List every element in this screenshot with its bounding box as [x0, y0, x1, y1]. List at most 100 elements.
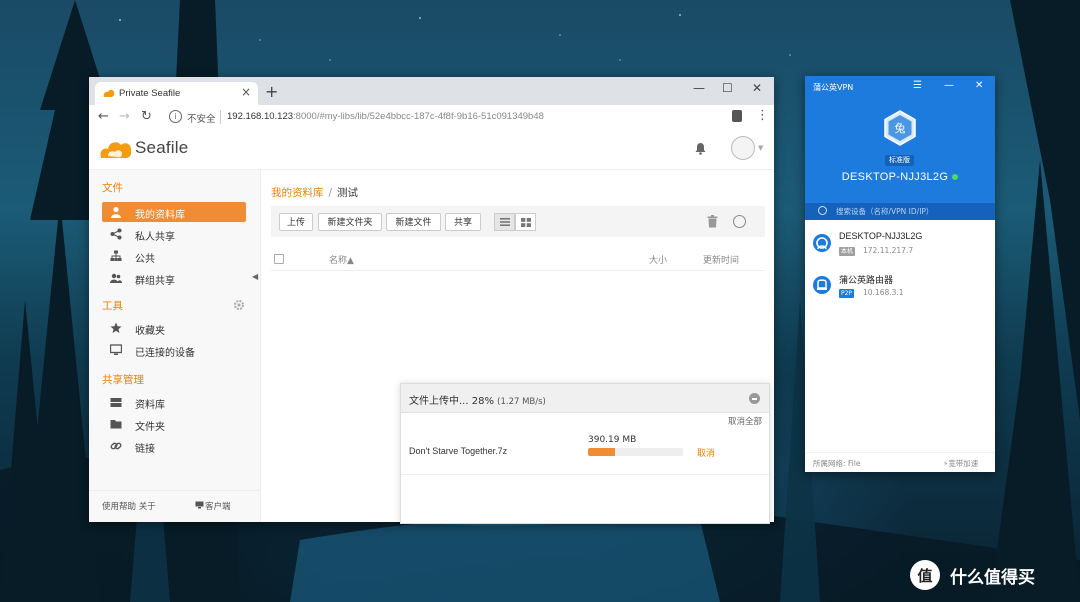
breadcrumb: 我的资料库 / 测试 — [271, 185, 358, 200]
column-header-size[interactable]: 大小 — [649, 253, 667, 266]
link-icon — [110, 442, 122, 450]
minimize-panel-icon[interactable] — [749, 393, 760, 404]
url-path: :8000/#my-libs/lib/52e4bbcc-187c-4f8f-9b… — [293, 111, 544, 122]
upload-button[interactable]: 上传 — [279, 213, 313, 231]
new-file-button[interactable]: 新建文件 — [386, 213, 441, 231]
network-label: 所属网络: File — [813, 459, 861, 468]
vpn-minimize-button[interactable]: — — [944, 80, 954, 91]
chevron-down-icon[interactable]: ▼ — [758, 144, 763, 152]
new-folder-button[interactable]: 新建文件夹 — [318, 213, 382, 231]
minimize-button[interactable]: — — [693, 81, 705, 95]
bandwidth-boost-button[interactable]: ⚡宽带加速 — [943, 458, 978, 469]
vpn-peer-item[interactable]: DESKTOP-NJJ3L2G 本机 172.11.217.7 — [805, 224, 995, 264]
url-text[interactable]: 192.168.10.123:8000/#my-libs/lib/52e4bbc… — [227, 111, 544, 122]
new-tab-button[interactable]: + — [265, 82, 278, 101]
sidebar-item-favorites[interactable]: 收藏夹 — [102, 318, 246, 338]
cancel-upload-button[interactable]: 取消 — [697, 446, 715, 459]
upload-progress-fill — [588, 448, 615, 456]
watermark-icon-char: 值 — [917, 567, 932, 585]
org-chart-icon — [110, 250, 122, 261]
share-button[interactable]: 共享 — [445, 213, 481, 231]
user-icon — [111, 206, 121, 218]
sidebar: 文件 我的资料库 私人共享 公共 群组共享 ◀ 工具 收藏夹 已连接的设备 共享… — [89, 170, 261, 522]
sidebar-item-label: 文件夹 — [135, 422, 165, 433]
share-icon — [110, 228, 122, 240]
vpn-search-placeholder: 搜索设备（名称/VPN ID/IP） — [836, 207, 934, 216]
peer-name: DESKTOP-NJJ3L2G — [839, 231, 923, 241]
vpn-window: 蒲公英VPN ☰ — ✕ 兔 标准版 DESKTOP-NJJ3L2G 搜索设备（… — [805, 76, 995, 472]
sidebar-heading-share-admin: 共享管理 — [102, 374, 144, 386]
sidebar-footer: 使用帮助 关于 客户端 — [89, 490, 260, 523]
insecure-label: 不安全 — [187, 114, 216, 125]
vpn-footer: 所属网络: File ⚡宽带加速 — [805, 452, 995, 473]
upload-panel-header: 文件上传中... 28% (1.27 MB/s) — [401, 384, 769, 413]
trash-icon[interactable] — [707, 215, 718, 228]
tab-strip: Private Seafile × + — ☐ ✕ — [89, 77, 774, 105]
upload-file-name: Don't Starve Together.7z — [409, 446, 508, 456]
sidebar-item-devices[interactable]: 已连接的设备 — [102, 340, 246, 360]
gear-icon[interactable] — [234, 300, 244, 310]
client-link[interactable]: 客户端 — [205, 500, 231, 512]
online-status-dot — [952, 174, 959, 181]
sidebar-item-private-share[interactable]: 私人共享 — [102, 224, 246, 244]
sidebar-heading-files: 文件 — [102, 182, 123, 194]
sidebar-item-public[interactable]: 公共 — [102, 246, 246, 266]
sidebar-item-label: 收藏夹 — [135, 326, 165, 337]
bell-icon[interactable] — [695, 142, 706, 155]
caret-left-icon[interactable]: ◀ — [252, 272, 258, 281]
browser-tab[interactable]: Private Seafile × — [95, 82, 258, 105]
sidebar-heading-tools: 工具 — [102, 300, 123, 312]
close-window-button[interactable]: ✕ — [752, 81, 762, 95]
list-view-button[interactable] — [494, 213, 515, 231]
peer-ip: 10.168.3.1 — [863, 288, 904, 297]
select-all-checkbox[interactable] — [274, 254, 284, 264]
forward-icon[interactable]: → — [119, 109, 130, 124]
file-table-header: 名称▲ 大小 更新时间 — [271, 249, 765, 271]
vpn-search-bar[interactable]: 搜索设备（名称/VPN ID/IP） — [805, 203, 995, 220]
vpn-menu-icon[interactable]: ☰ — [913, 80, 922, 91]
address-bar[interactable]: i 不安全 192.168.10.123:8000/#my-libs/lib/5… — [165, 108, 725, 126]
sidebar-item-label: 链接 — [135, 444, 155, 455]
folder-icon — [110, 420, 122, 429]
peer-tag: P2P — [839, 289, 855, 298]
sidebar-item-share-links[interactable]: 链接 — [102, 436, 246, 456]
back-icon[interactable]: ← — [98, 109, 109, 124]
watermark: 值 什么值得买 — [910, 560, 1060, 590]
column-header-modified[interactable]: 更新时间 — [703, 253, 739, 266]
sidebar-item-share-libraries[interactable]: 资料库 — [102, 392, 246, 412]
tab-close-icon[interactable]: × — [241, 85, 251, 99]
info-icon[interactable]: i — [169, 110, 182, 123]
router-icon — [813, 276, 831, 294]
upload-item: Don't Starve Together.7z 390.19 MB 取消 — [401, 426, 769, 475]
profile-icon[interactable] — [732, 110, 742, 122]
maximize-button[interactable]: ☐ — [722, 81, 733, 95]
sidebar-item-my-libraries[interactable]: 我的资料库 — [102, 202, 246, 222]
vpn-avatar-icon[interactable]: 兔 — [883, 110, 917, 146]
reload-icon[interactable]: ↻ — [141, 109, 152, 124]
vpn-header: 蒲公英VPN ☰ — ✕ 兔 标准版 DESKTOP-NJJ3L2G — [805, 76, 995, 203]
peer-tag: 本机 — [839, 247, 856, 256]
grid-icon — [521, 218, 531, 227]
upload-progress-bar — [588, 448, 683, 456]
tab-title: Private Seafile — [119, 88, 181, 99]
vpn-close-button[interactable]: ✕ — [975, 80, 983, 91]
seafile-logo-text[interactable]: Seafile — [135, 138, 188, 158]
seafile-header: Seafile ▼ — [89, 129, 774, 170]
sidebar-item-group-share[interactable]: 群组共享 ◀ — [102, 268, 258, 288]
grid-view-button[interactable] — [515, 213, 536, 231]
user-avatar[interactable] — [731, 136, 755, 160]
breadcrumb-current: 测试 — [337, 187, 359, 199]
monitor-icon — [110, 344, 122, 355]
vpn-device-name: DESKTOP-NJJ3L2G — [805, 171, 995, 183]
group-icon — [110, 273, 122, 283]
column-header-name[interactable]: 名称▲ — [329, 253, 354, 266]
url-host: 192.168.10.123 — [227, 111, 294, 122]
watermark-glyph: 值 — [917, 567, 932, 585]
breadcrumb-root[interactable]: 我的资料库 — [271, 187, 324, 199]
operations-bar: 上传 新建文件夹 新建文件 共享 — [271, 206, 765, 237]
vpn-peer-item[interactable]: 蒲公英路由器 P2P 10.168.3.1 — [805, 266, 995, 306]
sidebar-item-share-folders[interactable]: 文件夹 — [102, 414, 246, 434]
menu-kebab-icon[interactable]: ⋮ — [756, 108, 769, 123]
history-icon[interactable] — [733, 215, 746, 228]
help-about-links[interactable]: 使用帮助 关于 — [102, 500, 156, 512]
